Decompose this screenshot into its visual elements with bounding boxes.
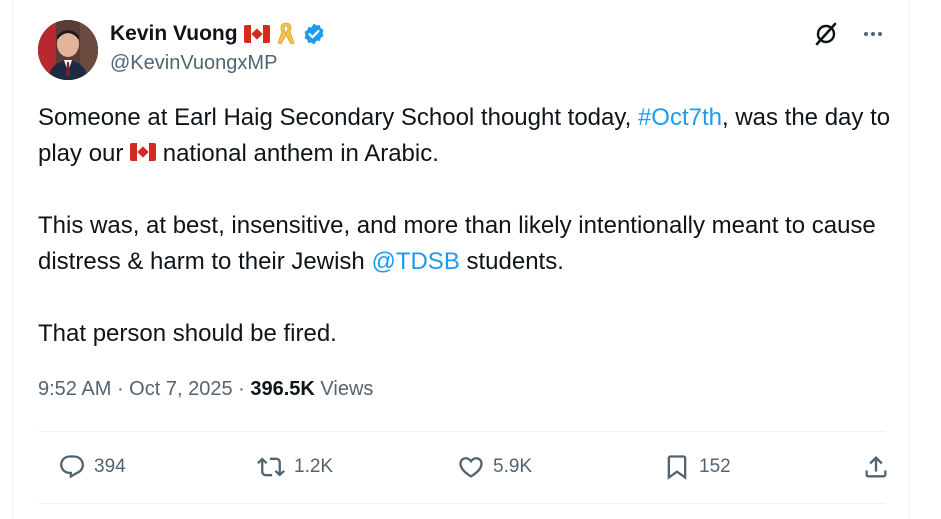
avatar-image bbox=[38, 20, 98, 80]
tweet-card: Kevin Vuong @KevinVuongxMP Someone at Ea… bbox=[12, 0, 910, 519]
bookmark-button[interactable]: 152 bbox=[663, 447, 731, 487]
tweet-paragraph-1: Someone at Earl Haig Secondary School th… bbox=[38, 100, 898, 172]
meta-separator: · bbox=[232, 378, 251, 400]
tweet-paragraph-3: That person should be fired. bbox=[38, 320, 337, 347]
tweet-text: Someone at Earl Haig Secondary School th… bbox=[38, 100, 898, 352]
tweet-text-segment: Someone at Earl Haig Secondary School th… bbox=[38, 104, 638, 131]
bookmark-icon bbox=[667, 455, 687, 480]
canada-flag-icon bbox=[243, 25, 270, 43]
avatar[interactable] bbox=[38, 20, 98, 80]
tweet-paragraph-2: This was, at best, insensitive, and more… bbox=[38, 208, 898, 280]
reply-button[interactable]: 394 bbox=[58, 447, 126, 487]
divider bbox=[38, 431, 885, 432]
share-icon bbox=[865, 456, 887, 478]
yellow-ribbon-icon bbox=[277, 22, 295, 45]
meta-separator: · bbox=[111, 378, 130, 400]
mention-link[interactable]: @TDSB bbox=[371, 248, 459, 275]
hashtag-link[interactable]: #Oct7th bbox=[638, 104, 722, 131]
author-handle[interactable]: @KevinVuongxMP bbox=[110, 52, 277, 75]
canada-flag-icon bbox=[130, 142, 157, 161]
like-button[interactable]: 5.9K bbox=[457, 447, 532, 487]
like-count: 5.9K bbox=[493, 456, 533, 477]
views-label: Views bbox=[314, 378, 374, 400]
views-count: 396.5K bbox=[250, 378, 315, 400]
repost-count: 1.2K bbox=[294, 456, 334, 477]
author-name-row: Kevin Vuong bbox=[110, 21, 326, 47]
verified-badge-icon bbox=[304, 23, 324, 45]
reply-count: 394 bbox=[94, 456, 126, 477]
repost-button[interactable]: 1.2K bbox=[256, 447, 333, 487]
divider bbox=[38, 503, 885, 504]
reply-icon bbox=[60, 455, 84, 479]
repost-icon bbox=[257, 457, 285, 477]
bookmark-count: 152 bbox=[699, 456, 731, 477]
more-options-icon[interactable] bbox=[861, 22, 885, 46]
tweet-text-segment: national anthem in Arabic. bbox=[156, 140, 439, 167]
grok-icon[interactable] bbox=[813, 21, 839, 47]
author-name[interactable]: Kevin Vuong bbox=[110, 22, 238, 46]
tweet-top-actions bbox=[813, 21, 885, 47]
share-button[interactable] bbox=[862, 447, 890, 487]
tweet-action-bar: 394 1.2K 5.9K 152 bbox=[38, 447, 887, 487]
tweet-text-segment: students. bbox=[459, 248, 564, 275]
tweet-time[interactable]: 9:52 AM bbox=[38, 378, 111, 400]
tweet-date[interactable]: Oct 7, 2025 bbox=[129, 378, 232, 400]
tweet-meta: 9:52 AM · Oct 7, 2025 · 396.5K Views bbox=[38, 378, 373, 401]
heart-icon bbox=[459, 457, 483, 478]
